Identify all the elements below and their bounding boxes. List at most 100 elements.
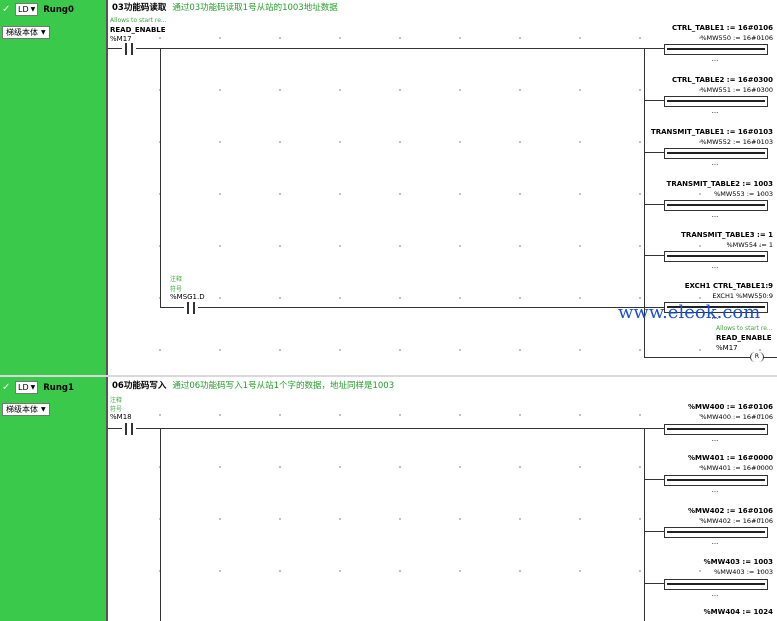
output-bus [644,428,645,621]
operate-block-address: %MW400 := 16#0106 [700,413,773,421]
operate-block-address: %MW553 := 1003 [714,190,773,198]
operate-block-address: %MW401 := 16#0000 [700,464,773,472]
operate-block-label: EXCH1 CTRL_TABLE1:9 [684,282,773,290]
operate-block-address: %MW554 := 1 [726,241,773,249]
contact-comment: 注释 [170,276,183,283]
operate-block-label: %MW402 := 16#0106 [688,507,773,515]
operate-block-label: %MW400 := 16#0106 [688,403,773,411]
contact-m18[interactable] [122,423,136,435]
contact-address: %M17 [110,35,132,43]
wire [108,48,122,49]
contact-address: %M18 [110,413,132,421]
coil-address: %M17 [716,344,738,352]
contact-comment: 注释 [110,397,123,404]
rung-title: 06功能码写入 通过06功能码写入1号从站1个字的数据，地址同样是1003 [112,379,394,391]
coil-variable-name: READ_ENABLE [716,334,772,342]
wire [644,204,664,205]
ladder-body-dropdown[interactable]: 梯级本体 ▼ [2,403,50,416]
operate-block[interactable] [664,527,768,538]
wire [644,152,664,153]
watermark: www.eleok.com [618,302,761,323]
contact-comment: Allows to start re... [110,17,167,24]
wire [160,307,184,308]
rung-comment[interactable]: 通过03功能码读取1号从站的1003地址数据 [172,3,337,13]
ladder-body-label: 梯级本体 [6,405,38,414]
language-dropdown[interactable]: LD ▼ [15,3,39,16]
ellipsis[interactable]: ... [664,262,766,270]
ellipsis[interactable]: ... [664,486,766,494]
operate-block-label: TRANSMIT_TABLE1 := 16#0103 [650,128,773,136]
rung-1-header: ✓ LD ▼ Rung1 [2,381,74,394]
rung-0-header: ✓ LD ▼ Rung0 [2,3,74,16]
contact-msg-done[interactable] [184,302,198,314]
wire [644,428,664,429]
ellipsis[interactable]: ... [664,55,766,63]
operate-block-label: CTRL_TABLE1 := 16#0106 [672,24,773,32]
chevron-down-icon: ▼ [41,406,46,413]
wire [644,255,664,256]
chevron-down-icon: ▼ [30,384,36,391]
wire [644,48,664,49]
contact-read-enable[interactable] [122,43,136,55]
ellipsis[interactable]: ... [664,538,766,546]
rung-comment[interactable]: 通过06功能码写入1号从站1个字的数据，地址同样是1003 [172,381,394,391]
operate-block[interactable] [664,579,768,590]
wire [136,428,644,429]
chevron-down-icon: ▼ [30,6,36,13]
operate-block-label: CTRL_TABLE2 := 16#0300 [672,76,773,84]
operate-block[interactable] [664,424,768,435]
rung-title-text: 06功能码写入 [112,381,167,391]
rung-name: Rung1 [43,382,74,393]
language-label: LD [18,383,29,392]
rung-title: 03功能码读取 通过03功能码读取1号从站的1003地址数据 [112,1,338,13]
ladder-body-dropdown[interactable]: 梯级本体 ▼ [2,26,50,39]
coil-comment: Allows to start re... [716,325,773,332]
reset-coil[interactable]: R [750,352,764,362]
check-icon[interactable]: ✓ [2,382,12,393]
rung-1[interactable]: ✓ LD ▼ Rung1 梯级本体 ▼ 06功能码写入 通过06功能码写入1号从站1个… [0,377,777,621]
operate-block-label: %MW403 := 1003 [703,558,773,566]
parallel-branch [160,48,161,307]
operate-block-address: %MW403 := 1003 [714,568,773,576]
language-label: LD [18,5,29,14]
operate-block-label: TRANSMIT_TABLE2 := 1003 [666,180,773,188]
operate-block-label: %MW404 := 1024 [703,608,773,616]
rung-0[interactable]: ✓ LD ▼ Rung0 梯级本体 ▼ 03功能码读取 通过03功能码读取1号从站的1… [0,0,777,376]
wire [136,48,644,49]
wire [198,307,664,308]
wire [108,428,122,429]
operate-block[interactable] [664,148,768,159]
operate-block[interactable] [664,200,768,211]
ellipsis[interactable]: ... [664,107,766,115]
operate-block-label: TRANSMIT_TABLE3 := 1 [681,231,773,239]
operate-block[interactable] [664,44,768,55]
wire [763,357,777,358]
ellipsis[interactable]: ... [664,211,766,219]
operate-block-address: %MW551 := 16#0300 [700,86,773,94]
wire [644,531,664,532]
operate-block-label: %MW401 := 16#0000 [688,454,773,462]
ellipsis[interactable]: ... [664,435,766,443]
rung-title-text: 03功能码读取 [112,3,167,13]
ladder-body-label: 梯级本体 [6,28,38,37]
rung-0-sidebar [0,0,106,376]
operate-block[interactable] [664,475,768,486]
check-icon[interactable]: ✓ [2,4,12,15]
wire [644,583,664,584]
contact-address: %MSG1.D [170,293,205,301]
ellipsis[interactable]: ... [664,590,766,598]
contact-symbol: 符号 [110,406,123,413]
wire [644,479,664,480]
contact-variable-name: READ_ENABLE [110,26,166,34]
operate-block-address: EXCH1 %MW550:9 [712,292,773,300]
wire [644,357,750,358]
language-dropdown[interactable]: LD ▼ [15,381,39,394]
chevron-down-icon: ▼ [41,29,46,36]
operate-block-address: %MW402 := 16#0106 [700,517,773,525]
operate-block[interactable] [664,251,768,262]
ellipsis[interactable]: ... [664,159,766,167]
contact-symbol: 符号 [170,286,183,293]
operate-block-address: %MW550 := 16#0106 [700,34,773,42]
operate-block-address: %MW552 := 16#0103 [700,138,773,146]
operate-block[interactable] [664,96,768,107]
